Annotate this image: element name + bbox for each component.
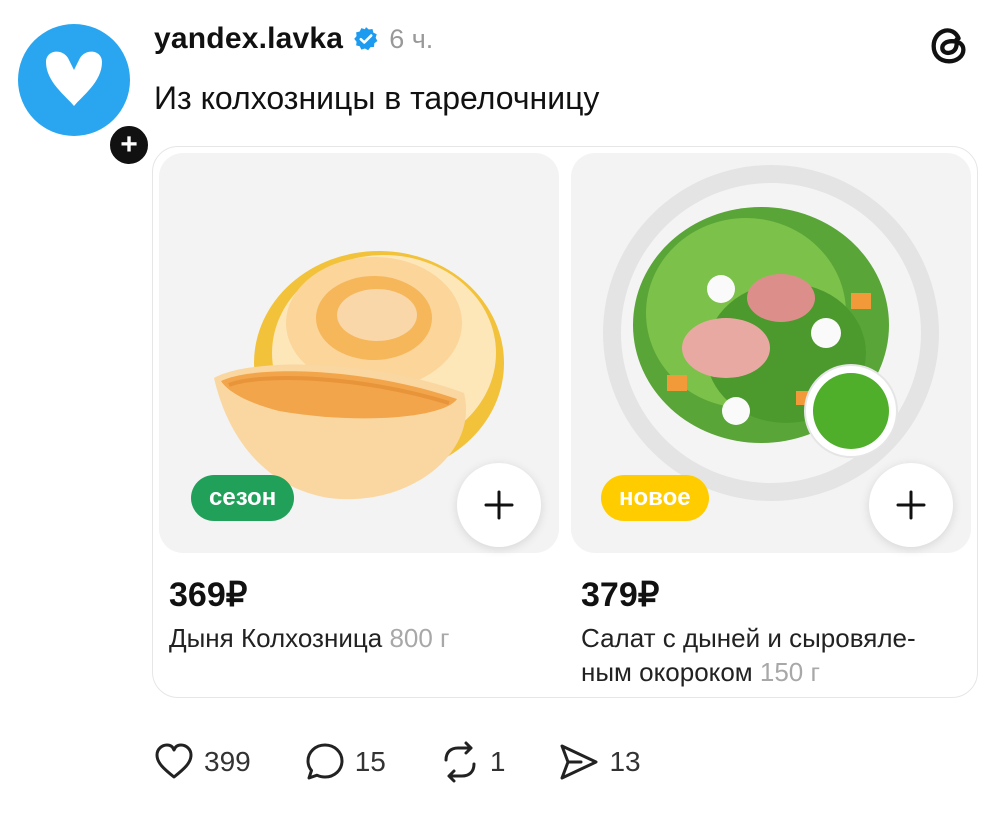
product-item-salad[interactable]: новое 379₽ Салат с дыней и сыровяле- ным… [571,153,971,693]
username[interactable]: yandex.lavka [154,22,343,56]
repost-icon [444,741,476,783]
share-count: 13 [609,746,641,777]
product-title-line1: Салат с дыней и сыровяле- [581,623,916,653]
verified-icon [354,27,378,51]
follow-button[interactable]: + [106,122,152,168]
share-button[interactable]: 13 [557,740,641,784]
product-weight: 800 г [389,623,450,653]
product-name: Салат с дыней и сыровяле- ным окороком 1… [581,621,961,689]
post-header: yandex.lavka 6 ч. [154,22,433,56]
threads-logo-icon[interactable] [926,22,972,68]
post-time: 6 ч. [389,23,434,54]
heart-icon [155,743,193,779]
share-icon [560,744,598,780]
product-weight: 150 г [759,657,820,687]
product-title-line2: ным окороком [581,657,753,687]
like-count: 399 [204,746,251,777]
season-badge: сезон [191,475,295,521]
product-price: 379₽ [581,576,660,614]
repost-button[interactable]: 1 [438,740,506,784]
add-to-cart-button[interactable] [869,463,953,547]
post-text: Из колхозницы в тарелочницу [154,80,600,116]
add-to-cart-button[interactable] [457,463,541,547]
avatar-logo-icon [46,51,102,106]
avatar-container[interactable]: + [18,24,152,168]
product-name: Дыня Колхозница 800 г [169,621,549,655]
product-price: 369₽ [169,576,248,614]
product-item-melon[interactable]: сезон 369₽ Дыня Колхозница 800 г [159,153,559,693]
reply-count: 15 [354,746,386,777]
plus-icon [484,490,514,520]
new-badge: новое [601,475,709,521]
post-actions: 399 15 1 13 [152,740,693,784]
repost-count: 1 [489,746,506,777]
comment-icon [306,743,344,780]
like-button[interactable]: 399 [152,740,251,784]
product-card[interactable]: сезон 369₽ Дыня Колхозница 800 г новое 3… [152,146,978,698]
reply-button[interactable]: 15 [303,740,386,784]
avatar[interactable] [18,24,130,136]
plus-icon [896,490,926,520]
product-title: Дыня Колхозница [169,623,383,653]
